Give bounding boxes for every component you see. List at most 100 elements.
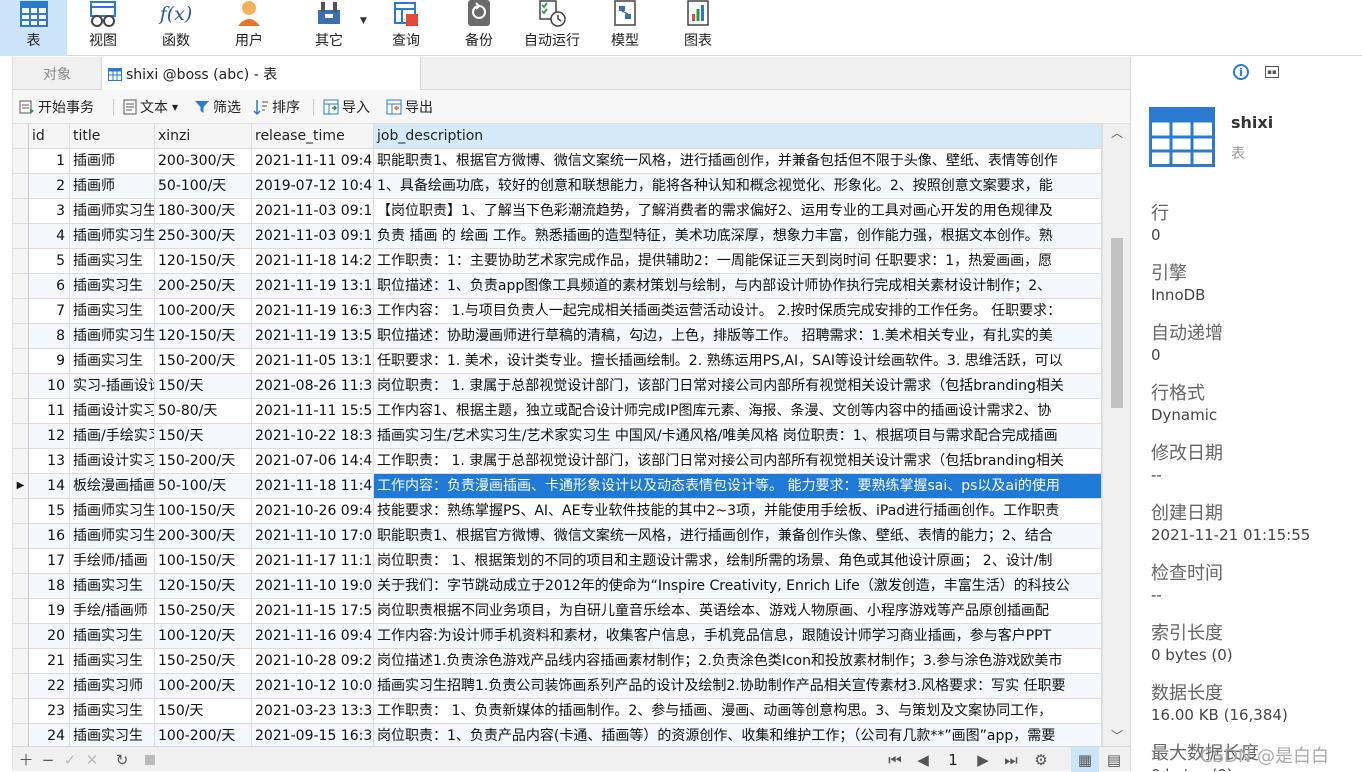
cell-release-time[interactable]: 2021-11-19 13:1 bbox=[252, 274, 374, 299]
cell-id[interactable]: 23 bbox=[29, 699, 70, 724]
row-indicator[interactable] bbox=[13, 649, 29, 674]
row-indicator[interactable] bbox=[13, 174, 29, 199]
cell-id[interactable]: 5 bbox=[29, 249, 70, 274]
cell-release-time[interactable]: 2021-08-26 11:3 bbox=[252, 374, 374, 399]
cell-xinzi[interactable]: 150/天 bbox=[155, 699, 252, 724]
cell-job-description[interactable]: 职位描述：协助漫画师进行草稿的清稿，勾边，上色，排版等工作。 招聘需求：1.美术… bbox=[374, 324, 1102, 349]
row-indicator[interactable] bbox=[13, 424, 29, 449]
row-indicator[interactable] bbox=[13, 724, 29, 746]
cell-release-time[interactable]: 2021-07-06 14:4 bbox=[252, 449, 374, 474]
cell-release-time[interactable]: 2021-03-23 13:3 bbox=[252, 699, 374, 724]
cell-title[interactable]: 手绘/插画师 bbox=[70, 599, 155, 624]
cell-job-description[interactable]: 工作内容:为设计师手机资料和素材，收集客户信息，手机竞品信息，跟随设计师学习商业… bbox=[374, 624, 1102, 649]
cell-id[interactable]: 18 bbox=[29, 574, 70, 599]
settings-icon[interactable]: ⚙ bbox=[1029, 747, 1053, 772]
cell-job-description[interactable]: 负责 插画 的 绘画 工作。熟悉插画的造型特征，美术功底深厚，想象力丰富，创作能… bbox=[374, 224, 1102, 249]
cell-release-time[interactable]: 2021-11-18 14:2 bbox=[252, 249, 374, 274]
cell-release-time[interactable]: 2019-07-12 10:4 bbox=[252, 174, 374, 199]
cell-title[interactable]: 插画师实习生 bbox=[70, 324, 155, 349]
cell-job-description[interactable]: 工作职责： 1. 隶属于总部视觉设计部门，该部门日常对接公司内部所有视觉相关设计… bbox=[374, 449, 1102, 474]
cell-job-description[interactable]: 岗位职责： 1、根据策划的不同的项目和主题设计需求，绘制所需的场景、角色或其他设… bbox=[374, 549, 1102, 574]
row-indicator[interactable] bbox=[13, 274, 29, 299]
sort-button[interactable]: 排序 bbox=[253, 90, 300, 124]
column-header-release-time[interactable]: release_time bbox=[252, 124, 374, 149]
cell-job-description[interactable]: 岗位职责：1、负责产品内容(卡通、插画等）的资源创作、收集和维护工作；（公司有几… bbox=[374, 724, 1102, 746]
cell-id[interactable]: 11 bbox=[29, 399, 70, 424]
cell-release-time[interactable]: 2021-10-26 09:4 bbox=[252, 499, 374, 524]
cell-xinzi[interactable]: 250-300/天 bbox=[155, 224, 252, 249]
cell-xinzi[interactable]: 150-250/天 bbox=[155, 649, 252, 674]
cell-id[interactable]: 6 bbox=[29, 274, 70, 299]
stop-icon[interactable] bbox=[139, 747, 161, 772]
cell-xinzi[interactable]: 120-150/天 bbox=[155, 324, 252, 349]
row-indicator[interactable] bbox=[13, 499, 29, 524]
cell-id[interactable]: 19 bbox=[29, 599, 70, 624]
cell-id[interactable]: 3 bbox=[29, 199, 70, 224]
cell-xinzi[interactable]: 120-150/天 bbox=[155, 249, 252, 274]
cell-xinzi[interactable]: 120-150/天 bbox=[155, 574, 252, 599]
refresh-icon[interactable]: ↻ bbox=[111, 747, 133, 772]
row-indicator[interactable] bbox=[13, 224, 29, 249]
cell-title[interactable]: 插画师 bbox=[70, 174, 155, 199]
column-header-xinzi[interactable]: xinzi bbox=[155, 124, 252, 149]
cell-title[interactable]: 插画实习生 bbox=[70, 574, 155, 599]
cell-job-description[interactable]: 任职要求：1. 美术，设计类专业。擅长插画绘制。2. 熟练运用PS,AI，SAI… bbox=[374, 349, 1102, 374]
cell-xinzi[interactable]: 100-150/天 bbox=[155, 499, 252, 524]
cell-release-time[interactable]: 2021-10-12 10:0 bbox=[252, 674, 374, 699]
cell-id[interactable]: 8 bbox=[29, 324, 70, 349]
cell-release-time[interactable]: 2021-11-19 16:3 bbox=[252, 299, 374, 324]
previous-page-button[interactable]: ◀ bbox=[911, 747, 935, 772]
cell-title[interactable]: 插画实习生 bbox=[70, 299, 155, 324]
row-indicator[interactable] bbox=[13, 249, 29, 274]
chevron-up-icon[interactable]: ︿ bbox=[1111, 124, 1123, 141]
form-view-icon[interactable]: ▤ bbox=[1101, 747, 1127, 772]
delete-record-button[interactable]: − bbox=[37, 747, 59, 772]
toolbar-chart-button[interactable]: 图表 bbox=[676, 0, 720, 56]
cell-xinzi[interactable]: 100-120/天 bbox=[155, 624, 252, 649]
cell-id[interactable]: 21 bbox=[29, 649, 70, 674]
row-indicator[interactable] bbox=[13, 524, 29, 549]
row-indicator[interactable] bbox=[13, 699, 29, 724]
cell-release-time[interactable]: 2021-11-16 09:4 bbox=[252, 624, 374, 649]
row-indicator[interactable] bbox=[13, 374, 29, 399]
cell-xinzi[interactable]: 100-200/天 bbox=[155, 299, 252, 324]
row-indicator[interactable] bbox=[13, 549, 29, 574]
cell-xinzi[interactable]: 50-80/天 bbox=[155, 399, 252, 424]
cell-xinzi[interactable]: 50-100/天 bbox=[155, 474, 252, 499]
cell-job-description[interactable]: 岗位职责： 1. 隶属于总部视觉设计部门，该部门日常对接公司内部所有视觉相关设计… bbox=[374, 374, 1102, 399]
cell-id[interactable]: 14 bbox=[29, 474, 70, 499]
cell-title[interactable]: 插画设计实习生 bbox=[70, 449, 155, 474]
row-indicator[interactable] bbox=[13, 449, 29, 474]
cell-xinzi[interactable]: 100-200/天 bbox=[155, 674, 252, 699]
row-indicator[interactable] bbox=[13, 199, 29, 224]
cell-title[interactable]: 插画实习生 bbox=[70, 699, 155, 724]
cell-release-time[interactable]: 2021-10-28 09:2 bbox=[252, 649, 374, 674]
cell-id[interactable]: 13 bbox=[29, 449, 70, 474]
cell-title[interactable]: 板绘漫画插画 bbox=[70, 474, 155, 499]
cell-release-time[interactable]: 2021-11-17 11:1 bbox=[252, 549, 374, 574]
column-header-id[interactable]: id bbox=[29, 124, 70, 149]
toolbar-model-button[interactable]: 模型 bbox=[604, 0, 646, 56]
row-indicator[interactable] bbox=[13, 149, 29, 174]
chevron-down-icon[interactable]: ▼ bbox=[360, 16, 367, 26]
cell-title[interactable]: 插画师实习生 bbox=[70, 199, 155, 224]
cell-release-time[interactable]: 2021-11-05 13:1 bbox=[252, 349, 374, 374]
cell-title[interactable]: 插画师实习生 bbox=[70, 224, 155, 249]
first-page-button[interactable]: ⏮ bbox=[883, 747, 907, 772]
cell-title[interactable]: 插画师实习生 bbox=[70, 524, 155, 549]
cell-title[interactable]: 插画实习生 bbox=[70, 249, 155, 274]
cell-xinzi[interactable]: 150-200/天 bbox=[155, 349, 252, 374]
chevron-down-icon[interactable]: ﹀ bbox=[1111, 727, 1123, 744]
grid-view-icon[interactable]: ▦ bbox=[1071, 747, 1099, 772]
cell-release-time[interactable]: 2021-11-03 09:1 bbox=[252, 224, 374, 249]
last-page-button[interactable]: ⏭ bbox=[999, 747, 1023, 772]
cell-id[interactable]: 2 bbox=[29, 174, 70, 199]
row-indicator[interactable] bbox=[13, 624, 29, 649]
toolbar-schedule-button[interactable]: 自动运行 bbox=[518, 0, 586, 56]
toolbar-view-button[interactable]: 视图 bbox=[75, 0, 131, 56]
cell-job-description[interactable]: 工作内容： 1.与项目负责人一起完成相关插画类运营活动设计。 2.按时保质完成安… bbox=[374, 299, 1102, 324]
cell-xinzi[interactable]: 50-100/天 bbox=[155, 174, 252, 199]
cell-xinzi[interactable]: 150-250/天 bbox=[155, 599, 252, 624]
cell-title[interactable]: 插画师实习生 bbox=[70, 499, 155, 524]
add-record-button[interactable]: ＋ bbox=[15, 747, 37, 772]
